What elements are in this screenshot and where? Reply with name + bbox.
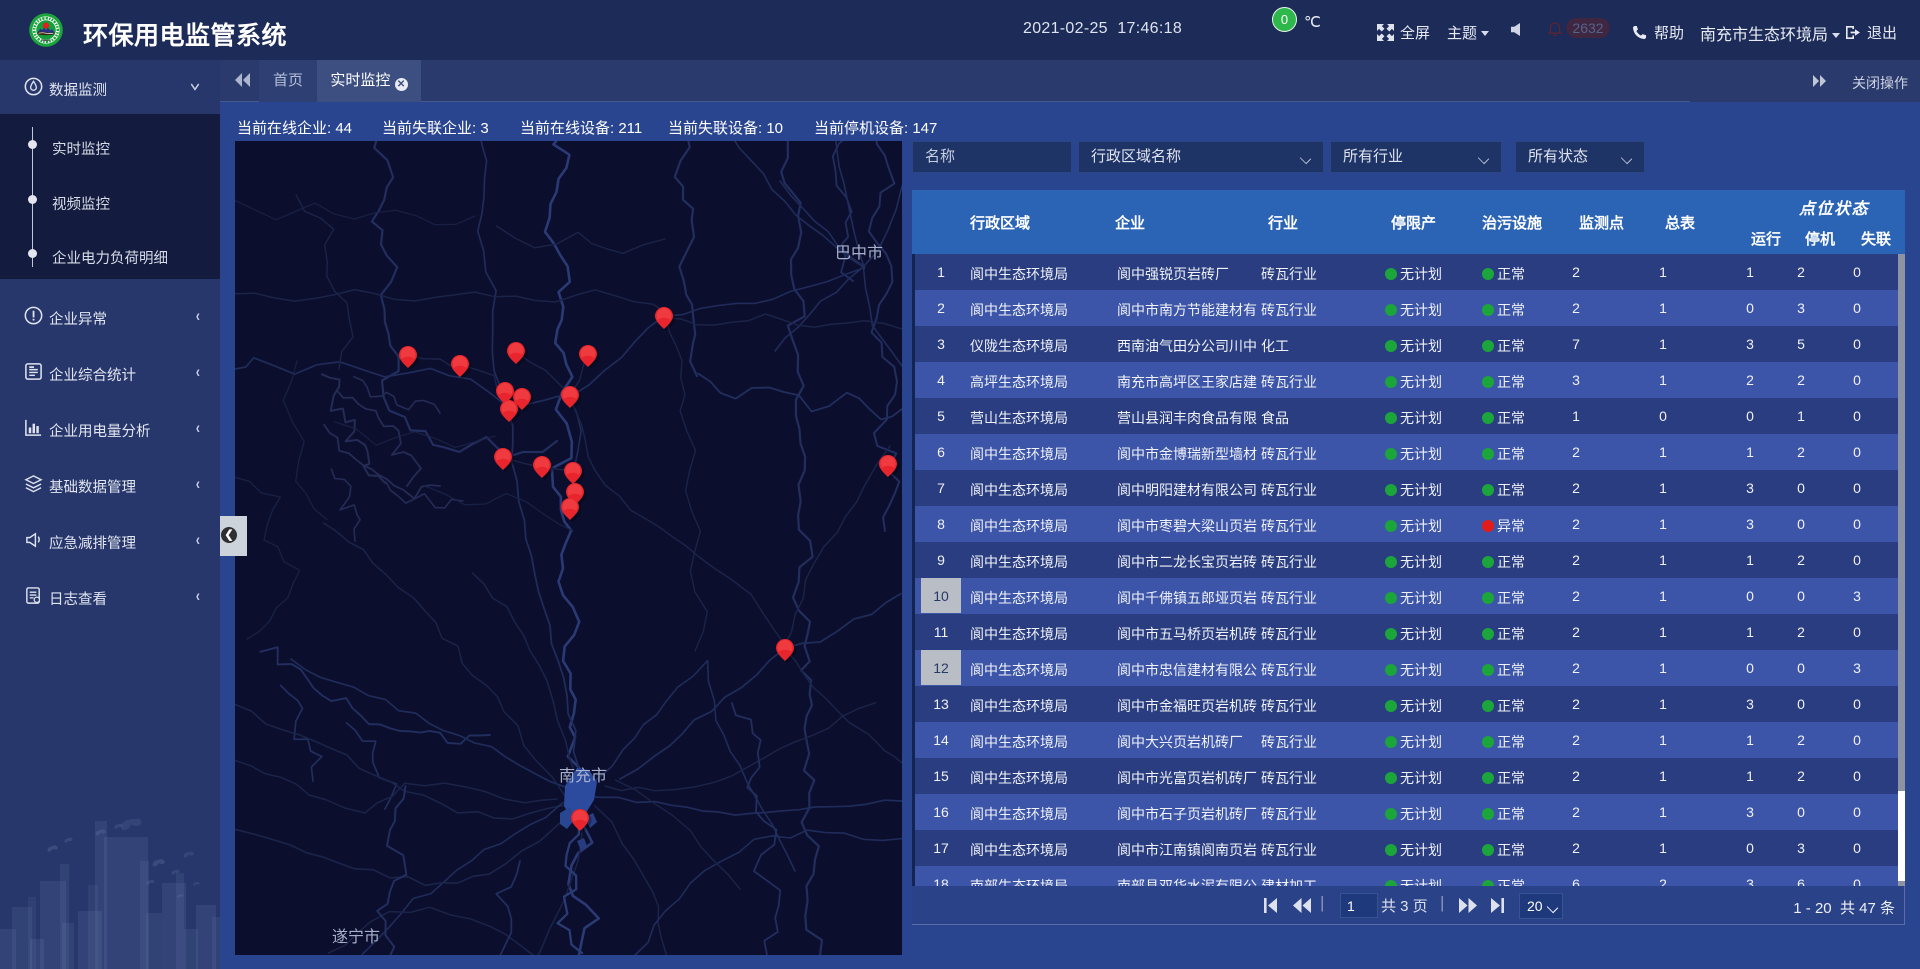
svg-text:南充市: 南充市: [559, 767, 607, 785]
svg-text:巴中市: 巴中市: [835, 244, 883, 262]
svg-text:遂宁市: 遂宁市: [332, 928, 380, 946]
